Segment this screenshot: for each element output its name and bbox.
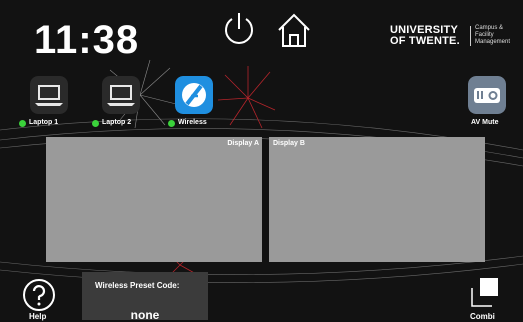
source-label: Laptop 2 bbox=[102, 119, 132, 126]
logo-line-2: OF TWENTE. bbox=[390, 35, 460, 47]
logo-divider bbox=[470, 26, 471, 46]
help-icon bbox=[23, 279, 55, 311]
home-button[interactable] bbox=[274, 10, 314, 50]
display-b[interactable]: Display B bbox=[269, 137, 485, 262]
laptop-icon bbox=[30, 76, 68, 114]
status-dot bbox=[19, 120, 26, 127]
projector-icon bbox=[468, 76, 506, 114]
source-laptop-2[interactable]: Laptop 2 bbox=[92, 76, 152, 127]
status-dot bbox=[92, 120, 99, 127]
university-logo: UNIVERSITY OF TWENTE. Campus & Facility … bbox=[390, 25, 511, 55]
wireless-icon bbox=[175, 76, 213, 114]
preset-title: Wireless Preset Code: bbox=[95, 281, 180, 290]
av-mute-label: AV Mute bbox=[471, 119, 499, 126]
display-label: Display A bbox=[227, 140, 259, 147]
combi-icon bbox=[471, 278, 498, 307]
display-a[interactable]: Display A bbox=[46, 137, 262, 262]
power-icon bbox=[225, 13, 253, 44]
power-button[interactable] bbox=[220, 10, 258, 48]
combi-button[interactable]: Combi bbox=[470, 276, 510, 321]
source-wireless[interactable]: Wireless bbox=[168, 76, 225, 127]
home-icon bbox=[278, 13, 310, 47]
av-mute-button[interactable]: AV Mute bbox=[468, 76, 508, 126]
status-dot bbox=[168, 120, 175, 127]
laptop-icon bbox=[102, 76, 140, 114]
source-label: Wireless bbox=[178, 119, 207, 126]
clock: 11:38 bbox=[34, 18, 140, 62]
source-laptop-1[interactable]: Laptop 1 bbox=[19, 76, 80, 127]
logo-dept-line-2: Management bbox=[475, 39, 511, 45]
logo-dept-line-1: Campus & Facility bbox=[475, 25, 504, 38]
display-label: Display B bbox=[273, 140, 305, 147]
wireless-preset-panel: Wireless Preset Code: none bbox=[82, 272, 208, 322]
source-label: Laptop 1 bbox=[29, 119, 59, 126]
help-button[interactable]: Help bbox=[22, 278, 56, 321]
